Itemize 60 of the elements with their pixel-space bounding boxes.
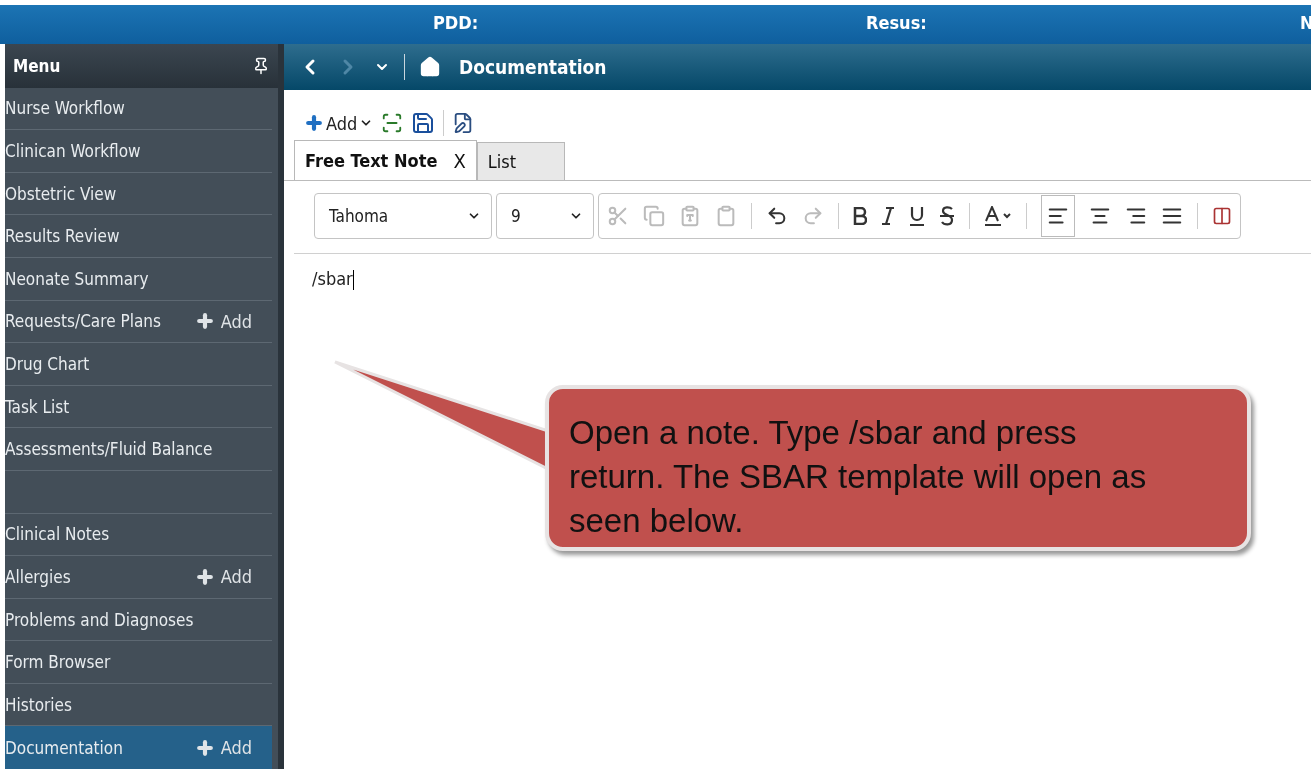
tab[interactable]: List: [476, 142, 565, 180]
menu-item[interactable]: Neonate Summary: [5, 257, 272, 301]
menu-item[interactable]: Clinican Workflow: [5, 130, 272, 173]
size-dropdown[interactable]: 9: [496, 193, 594, 239]
menu-item[interactable]: Documentation Add: [5, 726, 272, 769]
menu-item-label: Histories: [5, 694, 72, 715]
note-text: /sbar: [311, 267, 355, 290]
header-field: Resus:: [866, 12, 927, 33]
menu-item[interactable]: Obstetric View: [5, 172, 272, 216]
add-button[interactable]: Add: [304, 112, 374, 134]
menu-item[interactable]: Form Browser: [5, 641, 272, 684]
header-field: PDD:: [433, 12, 479, 33]
add-link[interactable]: Add: [194, 566, 252, 588]
italic-button[interactable]: [881, 207, 895, 225]
plus-icon: [194, 737, 215, 758]
menu-item[interactable]: Nurse Workflow: [5, 87, 272, 131]
tab[interactable]: Free Text Note X: [294, 140, 477, 180]
menu-item[interactable]: Clinical Notes: [5, 513, 272, 557]
menu-item[interactable]: Allergies Add: [5, 556, 272, 599]
strikethrough-button[interactable]: [939, 206, 955, 226]
font-color-button[interactable]: [984, 206, 1012, 226]
add-link[interactable]: Add: [194, 737, 252, 759]
menu-item[interactable]: Assessments/Fluid Balance: [5, 428, 272, 471]
menu-item-label: Assessments/Fluid Balance: [5, 439, 213, 460]
home-icon[interactable]: [419, 56, 441, 78]
menu-item[interactable]: Problems and Diagnoses: [5, 598, 272, 642]
menu-item-label: Drug Chart: [5, 353, 90, 374]
menu-item-label: Requests/Care Plans: [5, 311, 161, 332]
underline-button[interactable]: [909, 206, 925, 226]
font-dropdown[interactable]: Tahoma: [314, 193, 492, 239]
menu-item-label: Obstetric View: [5, 183, 117, 204]
menu-item-label: Task List: [5, 396, 70, 417]
menu-item[interactable]: Requests/Care Plans Add: [5, 300, 272, 344]
menu-item-label: Documentation: [5, 737, 123, 758]
menu-item-label: Problems and Diagnoses: [5, 609, 194, 630]
fit-icon[interactable]: [381, 112, 404, 134]
menu-item[interactable]: Results Review: [5, 215, 272, 258]
menu-item[interactable]: Drug Chart: [5, 343, 272, 386]
align-left-button[interactable]: [1041, 195, 1075, 237]
close-icon[interactable]: X: [453, 148, 466, 173]
bold-button[interactable]: [853, 207, 867, 225]
menu-item-label: Form Browser: [5, 652, 111, 673]
menu-item-label: Neonate Summary: [5, 268, 149, 289]
pin-icon[interactable]: [252, 56, 270, 75]
save-icon[interactable]: [411, 111, 436, 135]
menu-item-label: Clinical Notes: [5, 524, 110, 545]
callout-text: Open a note. Type /sbar and press return. The SBAR template will open as seen below.: [569, 413, 1148, 541]
menu-item-label: Allergies: [5, 566, 71, 587]
plus-icon: [194, 311, 215, 332]
add-link[interactable]: Add: [194, 310, 252, 332]
page-title: Documentation: [459, 56, 607, 78]
menu-item-label: Nurse Workflow: [5, 98, 125, 119]
plus-icon: [194, 566, 215, 587]
menu-item[interactable]: Task List: [5, 385, 272, 429]
menu-title: Menu: [13, 55, 61, 76]
plus-icon: [304, 113, 324, 133]
columns-button[interactable]: [1212, 206, 1232, 226]
menu-item-label: Clinican Workflow: [5, 140, 141, 161]
undo-button[interactable]: [766, 205, 788, 227]
menu-item-label: Results Review: [5, 226, 120, 247]
